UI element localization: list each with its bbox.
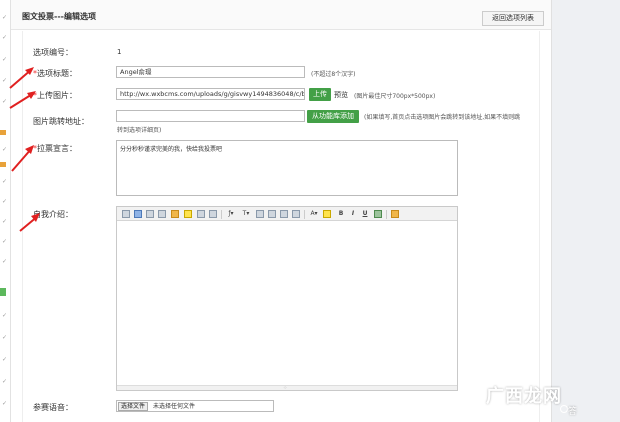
toolbar-separator bbox=[386, 210, 387, 219]
voice-label: 参赛语音： bbox=[33, 403, 73, 412]
jump-url-label: 图片跳转地址： bbox=[33, 117, 89, 126]
check-icon: ✓ bbox=[2, 258, 8, 265]
jump-url-input[interactable] bbox=[116, 110, 305, 122]
add-from-library-button[interactable]: 从功能库添加 bbox=[307, 110, 359, 123]
watermark-text: 广西龙网 bbox=[486, 386, 562, 407]
page-title: 图文投票---编辑选项 bbox=[22, 12, 96, 21]
slogan-label: *拉票宣言： bbox=[33, 144, 77, 153]
format-painter-icon[interactable] bbox=[171, 210, 179, 218]
annotation-arrow-icon bbox=[19, 213, 40, 232]
slogan-textarea[interactable]: 分分秒秒谨求完美的我，快给我投票吧 bbox=[116, 140, 458, 196]
paste-icon[interactable] bbox=[146, 210, 154, 218]
bold-icon[interactable]: B bbox=[337, 210, 345, 218]
font-family-icon[interactable]: ƒ▾ bbox=[225, 210, 237, 218]
check-icon: ✓ bbox=[2, 34, 8, 41]
option-title-input[interactable]: Angel俞璟 bbox=[116, 66, 305, 78]
right-panel bbox=[551, 0, 620, 422]
watermark-logo-icon bbox=[560, 405, 568, 413]
check-icon: ✓ bbox=[2, 378, 8, 385]
font-color-icon[interactable]: A▾ bbox=[308, 210, 320, 218]
check-icon: ✓ bbox=[2, 14, 8, 21]
preview-link[interactable]: 预览 bbox=[334, 90, 348, 100]
link-icon[interactable] bbox=[209, 210, 217, 218]
check-icon: ✓ bbox=[2, 77, 8, 84]
check-icon: ✓ bbox=[2, 238, 8, 245]
check-icon: ✓ bbox=[2, 218, 8, 225]
upload-image-label: *上传图片： bbox=[33, 91, 77, 100]
upload-image-hint: (图片最佳尺寸700px*500px) bbox=[354, 93, 436, 100]
toolbar-separator bbox=[221, 210, 222, 219]
editor-toolbar: ƒ▾ T▾ A▾ B I U bbox=[117, 207, 457, 221]
jump-url-hint-line2: 转到选项详细页) bbox=[117, 127, 162, 134]
annotation-arrow-icon bbox=[9, 91, 36, 109]
underline-icon[interactable]: U bbox=[361, 210, 369, 218]
check-icon: ✓ bbox=[2, 400, 8, 407]
watermark-sub-text: 答 bbox=[568, 407, 578, 417]
annotation-arrow-icon bbox=[9, 67, 34, 89]
check-icon: ✓ bbox=[2, 312, 8, 319]
table-icon[interactable] bbox=[391, 210, 399, 218]
option-title-hint: (不超过8个汉字) bbox=[311, 71, 356, 78]
outdent-icon[interactable] bbox=[292, 210, 300, 218]
indent-icon[interactable] bbox=[280, 210, 288, 218]
check-icon: ✓ bbox=[2, 178, 8, 185]
italic-icon[interactable]: I bbox=[349, 210, 357, 218]
toolbar-separator bbox=[304, 210, 305, 219]
jump-url-hint-line1: (如果填写,首页点击选项图片会跳转到该地址,如果不填则跳 bbox=[364, 114, 521, 121]
upload-button[interactable]: 上传 bbox=[309, 88, 331, 101]
option-no-label: 选项编号： bbox=[33, 48, 73, 57]
subscript-icon[interactable] bbox=[256, 210, 264, 218]
undo-icon[interactable] bbox=[134, 210, 142, 218]
page-header: 图文投票---编辑选项 返回选项列表 bbox=[11, 0, 551, 30]
intro-rich-editor[interactable]: ƒ▾ T▾ A▾ B I U ⁘ bbox=[116, 206, 458, 391]
resize-grip-icon[interactable]: ⁘ bbox=[283, 385, 287, 391]
source-icon[interactable] bbox=[122, 210, 130, 218]
cursor-icon[interactable] bbox=[197, 210, 205, 218]
emoticon-icon[interactable] bbox=[184, 210, 192, 218]
check-icon: ✓ bbox=[2, 146, 8, 153]
option-no-value: 1 bbox=[117, 48, 122, 56]
watermark: 广西龙网 答 bbox=[478, 380, 620, 422]
rail-tag-orange bbox=[0, 162, 6, 167]
rail-tag-green bbox=[0, 288, 6, 296]
check-icon: ✓ bbox=[2, 356, 8, 363]
strike-icon[interactable] bbox=[374, 210, 382, 218]
rail-tag-orange bbox=[0, 130, 6, 135]
paste-text-icon[interactable] bbox=[158, 210, 166, 218]
choose-file-button[interactable]: 选择文件 bbox=[118, 402, 149, 411]
image-url-input[interactable]: http://wx.wxbcms.com/uploads/g/gisvwy149… bbox=[116, 88, 305, 100]
superscript-icon[interactable] bbox=[268, 210, 276, 218]
highlight-icon[interactable] bbox=[323, 210, 331, 218]
check-icon: ✓ bbox=[2, 198, 8, 205]
font-size-icon[interactable]: T▾ bbox=[240, 210, 252, 218]
option-title-label: *选项标题： bbox=[33, 69, 77, 78]
no-file-text: 未选择任何文件 bbox=[153, 403, 196, 410]
check-icon: ✓ bbox=[2, 56, 8, 63]
back-to-list-button[interactable]: 返回选项列表 bbox=[482, 11, 544, 26]
annotation-arrow-icon bbox=[11, 145, 34, 172]
check-icon: ✓ bbox=[2, 334, 8, 341]
check-icon: ✓ bbox=[2, 98, 8, 105]
voice-file-input[interactable]: 选择文件 未选择任何文件 bbox=[116, 400, 274, 412]
